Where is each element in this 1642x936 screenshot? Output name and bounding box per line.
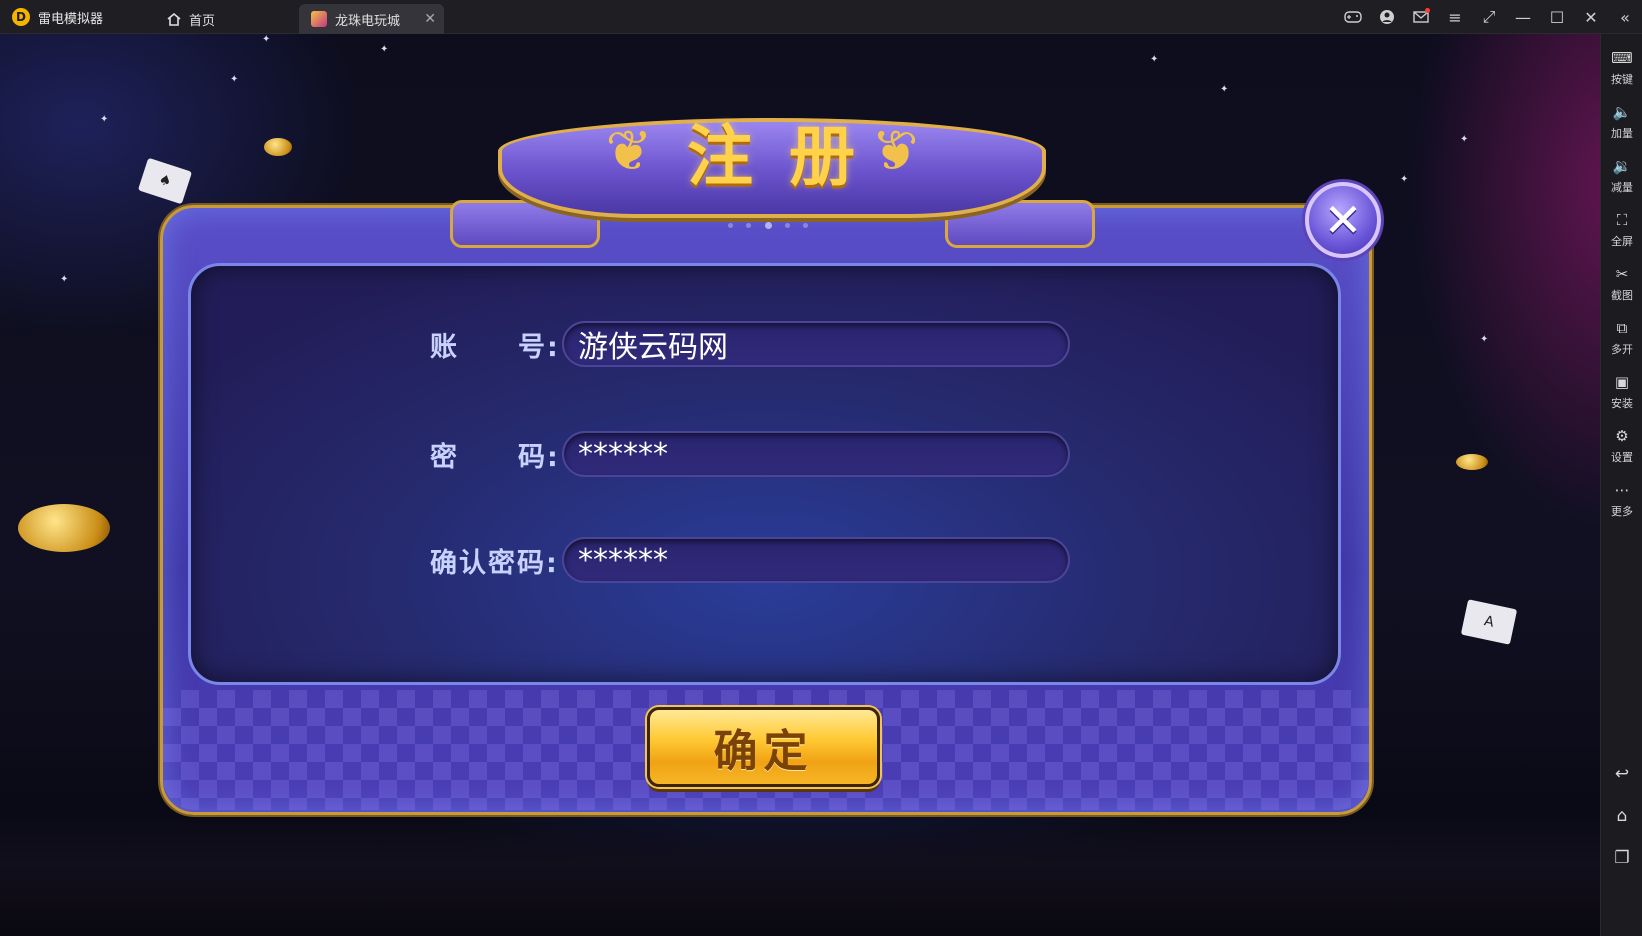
tab-home[interactable]: 首页 [155,4,295,34]
close-icon[interactable]: ✕ [1574,0,1608,34]
account-label-char-text: 号 [518,331,547,363]
confirm-password-row: 确认密码: ****** [430,537,1070,583]
star-decoration: ✦ [262,34,271,45]
dot-active [764,221,772,229]
mail-icon[interactable] [1404,0,1438,34]
tab-game-label: 龙珠电玩城 [335,13,401,29]
password-label-char-text: 码 [518,441,547,473]
emulator-sidebar: ⌨ 按键 🔈 加量 🔉 减量 ⛶ 全屏 ✂ 截图 ⧉ 多开 ▣ 安装 ⚙ 设置 … [1600,34,1642,936]
playing-card-decoration: ♠ [137,157,193,205]
home-icon [167,12,181,26]
sidebar-item-fullscreen[interactable]: ⛶ 全屏 [1601,210,1642,249]
confirm-password-label-text: 确认密码: [430,541,559,580]
scissors-icon: ✂ [1615,265,1629,283]
more-icon: ⋯ [1614,481,1630,499]
label-colon: : [547,441,560,473]
password-row: 密 码: ****** [430,431,1070,477]
sidebar-item-settings[interactable]: ⚙ 设置 [1601,426,1642,465]
window-controls: ≡ ⤢ — ☐ ✕ « [1336,0,1642,34]
confirm-password-input[interactable]: ****** [562,537,1070,583]
label-colon: : [546,547,559,579]
star-decoration: ✦ [1220,84,1229,95]
star-decoration: ✦ [1400,174,1409,185]
sidebar-item-more[interactable]: ⋯ 更多 [1601,480,1642,519]
title-char: 册 [789,118,855,195]
account-row: 账 号: 游侠云码网 [430,321,1070,367]
back-icon[interactable]: ↩ [1601,764,1642,784]
keyboard-icon: ⌨ [1611,49,1633,67]
home-nav-icon[interactable]: ⌂ [1601,806,1642,826]
user-icon[interactable] [1370,0,1404,34]
account-input[interactable]: 游侠云码网 [562,321,1070,367]
coin-decoration [1456,454,1488,470]
page-dots [728,220,808,230]
sidebar-item-label: 全屏 [1611,235,1633,248]
sidebar-item-label: 更多 [1611,505,1633,518]
minimize-icon[interactable]: — [1506,0,1540,34]
star-decoration: ✦ [230,74,239,85]
coin-decoration [18,504,110,552]
star-decoration: ✦ [100,114,109,125]
app-brand: D 雷电模拟器 [0,0,150,34]
dialog-title: 注 册 [640,108,902,195]
sidebar-item-multi-instance[interactable]: ⧉ 多开 [1601,318,1642,357]
tab-close-icon[interactable]: ✕ [424,11,436,27]
star-decoration: ✦ [1480,334,1489,345]
dialog-close-button[interactable]: ✕ [1305,182,1381,258]
sidebar-item-label: 多开 [1611,343,1633,356]
playing-card-decoration: A [1460,599,1518,645]
sidebar-item-volume-up[interactable]: 🔈 加量 [1601,102,1642,141]
coin-decoration [264,138,292,156]
sidebar-item-label: 设置 [1611,451,1633,464]
volume-down-icon: 🔉 [1612,157,1632,175]
dot [803,222,808,228]
app-name: 雷电模拟器 [38,11,104,27]
emulator-logo-icon: D [12,8,30,26]
tab-game[interactable]: 龙珠电玩城 ✕ [299,4,444,34]
fullscreen-icon: ⛶ [1616,211,1628,229]
sidebar-item-keymap[interactable]: ⌨ 按键 [1601,48,1642,87]
sidebar-item-label: 截图 [1611,289,1633,302]
confirm-button[interactable]: 确定 [647,707,880,787]
confirm-password-label-chars: 确认密码 [430,547,546,579]
tab-home-label: 首页 [189,13,216,29]
account-label: 账 号: [430,321,560,367]
window-titlebar: D 雷电模拟器 首页 龙珠电玩城 ✕ ≡ ⤢ — ☐ ✕ « [0,0,1642,34]
sidebar-item-label: 加量 [1611,127,1633,140]
dot [728,222,733,228]
password-label-char: 密 [430,441,459,473]
sidebar-item-install[interactable]: ▣ 安装 [1601,372,1642,411]
city-skyline-decoration [0,816,1600,936]
star-decoration: ✦ [1150,54,1159,65]
star-decoration: ✦ [1460,134,1469,145]
star-decoration: ✦ [60,274,69,285]
dot [746,222,752,228]
password-input[interactable]: ****** [562,431,1070,477]
password-label-char: 码: [518,435,560,474]
star-decoration: ✦ [380,44,389,55]
password-label: 密 码: [430,431,560,477]
resize-icon[interactable]: ⤢ [1472,0,1506,34]
dot [784,222,790,228]
apk-install-icon: ▣ [1614,373,1630,391]
title-char: 注 [687,118,753,195]
account-label-char: 号: [518,325,560,364]
settings-icon: ⚙ [1615,427,1629,445]
account-label-char: 账 [430,331,459,363]
collapse-icon[interactable]: « [1608,0,1642,34]
sidebar-item-label: 按键 [1611,73,1633,86]
sidebar-item-label: 减量 [1611,181,1633,194]
sidebar-item-label: 安装 [1611,397,1633,410]
gamepad-icon[interactable] [1336,0,1370,34]
confirm-password-label: 确认密码: [430,537,560,583]
recent-apps-icon[interactable]: ❐ [1601,848,1642,868]
game-app-icon [311,11,327,27]
label-colon: : [547,331,560,363]
multi-instance-icon: ⧉ [1616,319,1628,337]
volume-up-icon: 🔈 [1612,103,1632,121]
sidebar-item-screenshot[interactable]: ✂ 截图 [1601,264,1642,303]
maximize-icon[interactable]: ☐ [1540,0,1574,34]
menu-icon[interactable]: ≡ [1438,0,1472,34]
sidebar-item-volume-down[interactable]: 🔉 减量 [1601,156,1642,195]
